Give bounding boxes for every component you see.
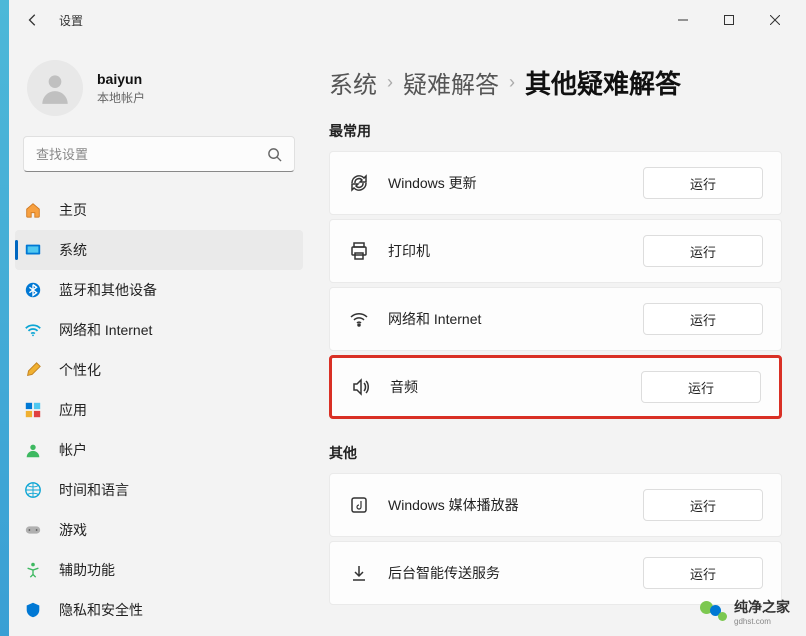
troubleshooter-audio: 音频 运行 [329, 355, 782, 419]
shield-icon [23, 600, 43, 620]
sidebar-item-label: 应用 [59, 400, 87, 420]
troubleshooter-label: Windows 更新 [388, 173, 643, 193]
sidebar-item-bluetooth[interactable]: 蓝牙和其他设备 [9, 270, 309, 310]
person-icon [23, 440, 43, 460]
sidebar-item-label: 网络和 Internet [59, 320, 152, 340]
maximize-button[interactable] [706, 4, 752, 36]
breadcrumb-system[interactable]: 系统 [329, 65, 377, 100]
troubleshooter-label: 后台智能传送服务 [388, 563, 643, 583]
troubleshooter-printer: 打印机 运行 [329, 219, 782, 283]
sidebar-item-label: 隐私和安全性 [59, 600, 143, 620]
troubleshooter-label: 网络和 Internet [388, 309, 643, 329]
search-icon [267, 147, 282, 162]
troubleshooter-windows-update: Windows 更新 运行 [329, 151, 782, 215]
watermark-sub: gdhst.com [734, 617, 790, 626]
troubleshooter-label: 打印机 [388, 241, 643, 261]
profile-section[interactable]: baiyun 本地帐户 [9, 50, 309, 136]
troubleshooter-label: Windows 媒体播放器 [388, 495, 643, 515]
sidebar-item-privacy[interactable]: 隐私和安全性 [9, 590, 309, 630]
search-field[interactable] [36, 147, 267, 162]
page-title: 其他疑难解答 [525, 64, 681, 101]
run-button[interactable]: 运行 [643, 557, 763, 589]
run-button[interactable]: 运行 [641, 371, 761, 403]
section-most-used: 最常用 [329, 121, 782, 141]
sidebar-item-label: 帐户 [59, 440, 87, 460]
bluetooth-icon [23, 280, 43, 300]
sidebar-item-label: 系统 [59, 240, 87, 260]
sidebar-item-label: 蓝牙和其他设备 [59, 280, 157, 300]
sidebar-item-label: 主页 [59, 200, 87, 220]
download-icon [348, 562, 370, 584]
globe-clock-icon [23, 480, 43, 500]
chevron-right-icon: › [387, 72, 393, 93]
search-input[interactable] [23, 136, 295, 172]
wifi-icon [348, 308, 370, 330]
update-icon [348, 172, 370, 194]
sidebar-item-home[interactable]: 主页 [9, 190, 309, 230]
chevron-right-icon: › [509, 72, 515, 93]
sidebar-item-label: 时间和语言 [59, 480, 129, 500]
run-button[interactable]: 运行 [643, 489, 763, 521]
run-button[interactable]: 运行 [643, 235, 763, 267]
sidebar-item-label: 辅助功能 [59, 560, 115, 580]
wifi-icon [23, 320, 43, 340]
sidebar-item-apps[interactable]: 应用 [9, 390, 309, 430]
account-type: 本地帐户 [97, 89, 145, 106]
sidebar-item-accessibility[interactable]: 辅助功能 [9, 550, 309, 590]
avatar [27, 60, 83, 116]
troubleshooter-label: 音频 [390, 377, 641, 397]
sidebar-item-system[interactable]: 系统 [15, 230, 303, 270]
speaker-icon [350, 376, 372, 398]
minimize-button[interactable] [660, 4, 706, 36]
sidebar-item-accounts[interactable]: 帐户 [9, 430, 309, 470]
username: baiyun [97, 71, 145, 87]
run-button[interactable]: 运行 [643, 167, 763, 199]
apps-icon [23, 400, 43, 420]
breadcrumb-troubleshoot[interactable]: 疑难解答 [403, 65, 499, 100]
watermark-text: 纯净之家 [734, 597, 790, 617]
brush-icon [23, 360, 43, 380]
accessibility-icon [23, 560, 43, 580]
home-icon [23, 200, 43, 220]
sidebar-item-label: 个性化 [59, 360, 101, 380]
sidebar-item-label: 游戏 [59, 520, 87, 540]
window-title: 设置 [59, 12, 83, 29]
watermark: 纯净之家 gdhst.com [700, 597, 790, 626]
troubleshooter-bits: 后台智能传送服务 运行 [329, 541, 782, 605]
music-note-icon [348, 494, 370, 516]
sidebar-item-gaming[interactable]: 游戏 [9, 510, 309, 550]
gamepad-icon [23, 520, 43, 540]
troubleshooter-media-player: Windows 媒体播放器 运行 [329, 473, 782, 537]
close-button[interactable] [752, 4, 798, 36]
sidebar-item-network[interactable]: 网络和 Internet [9, 310, 309, 350]
back-button[interactable] [17, 4, 49, 36]
sidebar-item-time-language[interactable]: 时间和语言 [9, 470, 309, 510]
system-icon [23, 240, 43, 260]
sidebar-item-personalization[interactable]: 个性化 [9, 350, 309, 390]
troubleshooter-network: 网络和 Internet 运行 [329, 287, 782, 351]
section-other: 其他 [329, 443, 782, 463]
breadcrumb: 系统 › 疑难解答 › 其他疑难解答 [329, 64, 782, 101]
printer-icon [348, 240, 370, 262]
run-button[interactable]: 运行 [643, 303, 763, 335]
